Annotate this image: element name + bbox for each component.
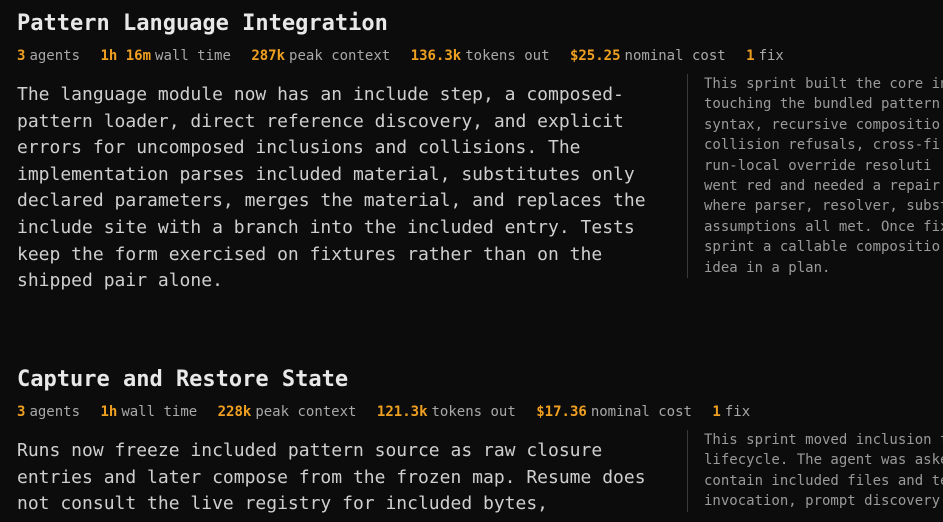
stat-label: nominal cost: [624, 48, 726, 64]
stat-nominal-cost: $17.36 nominal cost: [536, 404, 692, 420]
stat-agents: 3 agents: [17, 404, 80, 420]
stat-wall-time: 1h wall time: [100, 404, 197, 420]
stat-label: peak context: [255, 404, 357, 420]
section-body: The language module now has an include s…: [17, 74, 943, 295]
stat-value: 287k: [251, 48, 286, 64]
stat-value: 1h 16m: [100, 48, 152, 64]
stat-value: $17.36: [536, 404, 587, 420]
stat-value: $25.25: [569, 48, 621, 64]
stat-value: 121.3k: [376, 404, 428, 420]
stat-value: 3: [17, 48, 26, 64]
stat-wall-time: 1h 16m wall time: [100, 48, 230, 64]
stat-fix: 1 fix: [746, 48, 784, 64]
section-sidenote: This sprint moved inclusion t lifecycle.…: [687, 430, 943, 512]
section-capture-and-restore-state: Capture and Restore State 3 agents 1h wall…: [17, 367, 943, 518]
stat-fix: 1 fix: [712, 404, 750, 420]
stats-row: 3 agents 1h wall time 228k peak context 121…: [17, 403, 943, 421]
stat-value: 228k: [217, 404, 252, 420]
stat-value: 3: [17, 404, 26, 420]
stat-tokens-out: 136.3k tokens out: [411, 48, 550, 64]
stat-peak-context: 287k peak context: [251, 48, 390, 64]
section-body: Runs now freeze included pattern source …: [17, 430, 943, 518]
stat-label: peak context: [289, 48, 391, 64]
sprint-report-page: Pattern Language Integration 3 agents 1h …: [0, 0, 943, 522]
stat-value: 1h: [100, 404, 118, 420]
stat-label: tokens out: [465, 48, 550, 64]
stat-label: agents: [29, 404, 81, 420]
stat-value: 1: [746, 48, 755, 64]
section-title: Pattern Language Integration: [17, 11, 388, 36]
stat-label: fix: [724, 404, 751, 420]
stat-label: fix: [758, 48, 784, 64]
stat-label: agents: [29, 48, 81, 64]
section-summary: Runs now freeze included pattern source …: [17, 440, 646, 515]
stat-nominal-cost: $25.25 nominal cost: [570, 48, 726, 64]
stat-label: tokens out: [431, 404, 516, 420]
section-pattern-language-integration: Pattern Language Integration 3 agents 1h …: [17, 11, 943, 295]
stat-label: nominal cost: [590, 404, 692, 420]
stat-agents: 3 agents: [17, 48, 80, 64]
section-summary: The language module now has an include s…: [17, 84, 646, 292]
stats-row: 3 agents 1h 16m wall time 287k peak context…: [17, 47, 943, 65]
stat-label: wall time: [121, 404, 198, 420]
section-sidenote: This sprint built the core in touching t…: [687, 74, 943, 279]
section-title: Capture and Restore State: [17, 367, 349, 392]
stat-value: 136.3k: [410, 48, 462, 64]
stat-tokens-out: 121.3k tokens out: [377, 404, 516, 420]
stat-label: wall time: [155, 48, 231, 64]
stat-value: 1: [712, 404, 721, 420]
stat-peak-context: 228k peak context: [218, 404, 357, 420]
